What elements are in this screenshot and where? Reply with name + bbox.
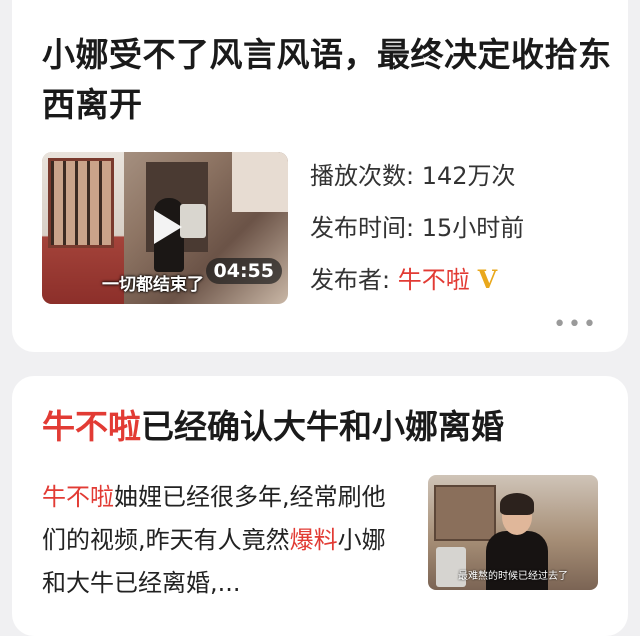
publisher-label: 发布者: — [310, 266, 398, 294]
publisher-name[interactable]: 牛不啦 — [398, 266, 470, 294]
play-count-row: 播放次数: 142万次 — [310, 156, 516, 191]
more-dots-icon[interactable]: ••• — [553, 312, 598, 337]
article-title-rest: 已经确认大牛和小娜离婚 — [141, 407, 504, 446]
verified-v-icon: V — [477, 265, 498, 294]
video-title[interactable]: 小娜受不了风言风语，最终决定收拾东西离开 — [42, 30, 612, 130]
thumbnail-suitcase — [180, 204, 206, 238]
article-thumbnail[interactable]: 最难熬的时候已经过去了 — [428, 475, 598, 590]
play-count-label: 播放次数: — [310, 162, 422, 190]
article-snippet: 牛不啦妯娌已经很多年,经常刷他们的视频,昨天有人竟然爆料小娜和大牛已经离婚,..… — [42, 476, 394, 605]
article-title[interactable]: 牛不啦已经确认大牛和小娜离婚 — [42, 404, 612, 450]
play-icon[interactable] — [154, 210, 182, 244]
video-duration: 04:55 — [205, 258, 282, 284]
article-thumbnail-caption: 最难熬的时候已经过去了 — [458, 571, 568, 582]
article-title-highlight: 牛不啦 — [42, 407, 141, 446]
snippet-highlight-1: 牛不啦 — [42, 483, 114, 511]
thumbnail-shelf — [434, 485, 496, 541]
video-card[interactable]: 小娜受不了风言风语，最终决定收拾东西离开 一切都结束了 04:55 播放次数: … — [12, 0, 628, 352]
play-count-value: 142万次 — [421, 162, 516, 190]
publish-time-row: 发布时间: 15小时前 — [310, 208, 524, 243]
snippet-highlight-2: 爆料 — [289, 526, 338, 554]
publisher-row: 发布者: 牛不啦 V — [310, 260, 497, 295]
thumbnail-sky — [232, 152, 288, 212]
thumbnail-window — [48, 158, 114, 248]
publish-time-value: 15小时前 — [421, 214, 525, 242]
video-subtitle: 一切都结束了 — [102, 275, 204, 295]
video-thumbnail[interactable]: 一切都结束了 04:55 — [42, 152, 288, 304]
publish-time-label: 发布时间: — [310, 214, 422, 242]
thumbnail-woman-hair — [500, 493, 534, 515]
article-card[interactable]: 牛不啦已经确认大牛和小娜离婚 牛不啦妯娌已经很多年,经常刷他们的视频,昨天有人竟… — [12, 376, 628, 636]
